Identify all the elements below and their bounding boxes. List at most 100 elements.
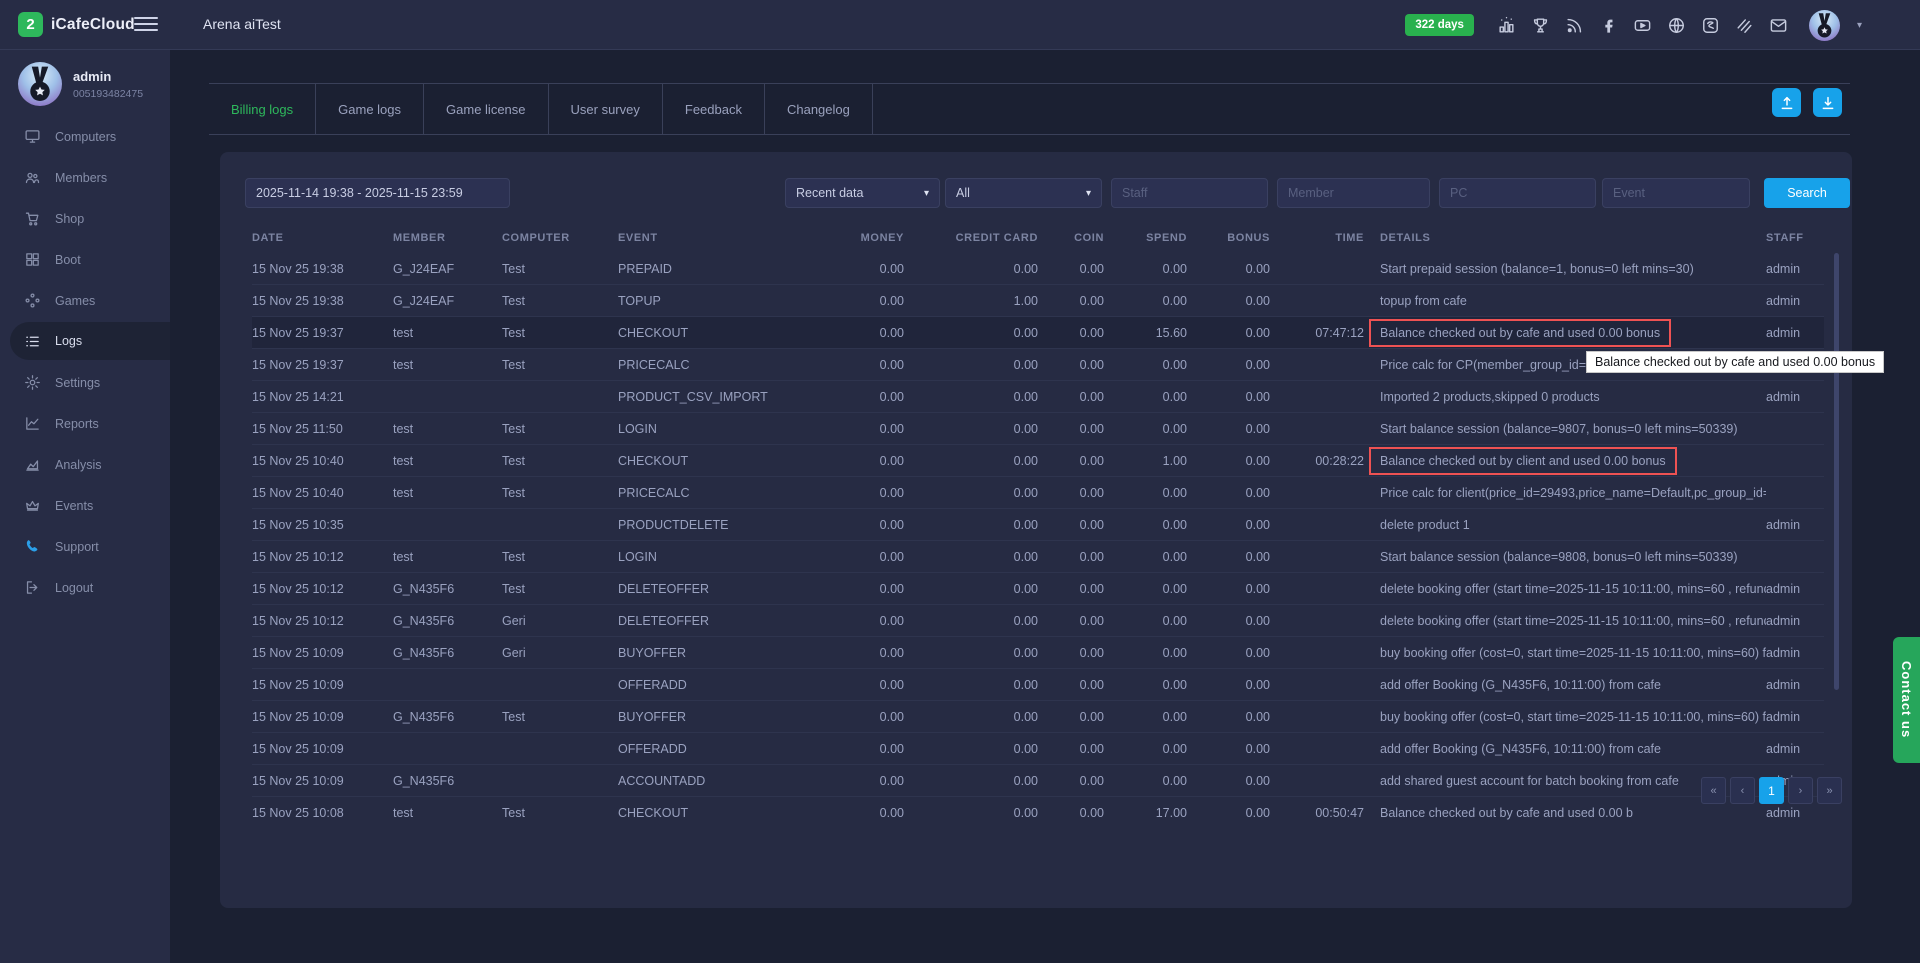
app-logo[interactable]: 2 iCafeCloud	[18, 12, 135, 37]
layers-icon[interactable]	[1735, 16, 1754, 35]
cell-date: 15 Nov 25 10:09	[252, 742, 393, 756]
page-button[interactable]: «	[1701, 777, 1726, 804]
icafecloud-icon[interactable]	[1701, 16, 1720, 35]
table-scrollbar[interactable]	[1834, 253, 1839, 690]
data-select[interactable]: Recent data ▾	[785, 178, 940, 208]
event-type-select[interactable]: All ▾	[945, 178, 1102, 208]
details-text: add offer Booking (G_N435F6, 10:11:00) f…	[1380, 678, 1661, 692]
sidebar-item-shop[interactable]: Shop	[0, 198, 170, 239]
youtube-icon[interactable]	[1633, 16, 1652, 35]
column-header-computer[interactable]: COMPUTER	[502, 232, 618, 244]
column-header-date[interactable]: DATE	[252, 232, 393, 244]
column-header-credit_card[interactable]: CREDIT CARD	[904, 232, 1038, 244]
tab-game-license[interactable]: Game license	[424, 84, 548, 134]
date-range-input[interactable]: 2025-11-14 19:38 - 2025-11-15 23:59	[245, 178, 510, 208]
ranking-icon[interactable]	[1497, 16, 1516, 35]
cell-details: Balance checked out by client and used 0…	[1364, 447, 1766, 475]
cell-date: 15 Nov 25 10:12	[252, 614, 393, 628]
table-row[interactable]: 15 Nov 25 10:09OFFERADD0.000.000.000.000…	[252, 669, 1824, 701]
cell-coin: 0.00	[1038, 262, 1104, 276]
cell-money: 0.00	[815, 614, 904, 628]
table-row[interactable]: 15 Nov 25 10:40testTestPRICECALC0.000.00…	[252, 477, 1824, 509]
mail-icon[interactable]	[1769, 16, 1788, 35]
export-button[interactable]	[1813, 88, 1842, 117]
tab-changelog[interactable]: Changelog	[765, 84, 873, 134]
sidebar-user[interactable]: admin 005193482475	[18, 62, 143, 106]
subscription-days-badge[interactable]: 322 days	[1405, 14, 1474, 36]
column-header-spend[interactable]: SPEND	[1104, 232, 1187, 244]
table-row[interactable]: 15 Nov 25 10:09G_N435F6GeriBUYOFFER0.000…	[252, 637, 1824, 669]
column-header-event[interactable]: EVENT	[618, 232, 815, 244]
page-button[interactable]: ‹	[1730, 777, 1755, 804]
page-button[interactable]: »	[1817, 777, 1842, 804]
sidebar-item-settings[interactable]: Settings	[0, 362, 170, 403]
cell-credit_card: 0.00	[904, 326, 1038, 340]
member-input[interactable]: Member	[1277, 178, 1430, 208]
sidebar-item-games[interactable]: Games	[0, 280, 170, 321]
table-row[interactable]: 15 Nov 25 10:09G_N435F6ACCOUNTADD0.000.0…	[252, 765, 1824, 797]
table-row[interactable]: 15 Nov 25 10:09OFFERADD0.000.000.000.000…	[252, 733, 1824, 765]
tab-feedback[interactable]: Feedback	[663, 84, 765, 134]
table-row[interactable]: 15 Nov 25 10:12testTestLOGIN0.000.000.00…	[252, 541, 1824, 573]
table-row[interactable]: 15 Nov 25 10:12G_N435F6GeriDELETEOFFER0.…	[252, 605, 1824, 637]
table-row[interactable]: 15 Nov 25 11:50testTestLOGIN0.000.000.00…	[252, 413, 1824, 445]
table-row[interactable]: 15 Nov 25 10:40testTestCHECKOUT0.000.000…	[252, 445, 1824, 477]
sidebar-item-support[interactable]: Support	[0, 526, 170, 567]
cell-staff: admin	[1766, 294, 1824, 308]
trophy-icon[interactable]	[1531, 16, 1550, 35]
cart-icon	[24, 210, 41, 227]
cell-coin: 0.00	[1038, 358, 1104, 372]
table-row[interactable]: 15 Nov 25 19:38G_J24EAFTestTOPUP0.001.00…	[252, 285, 1824, 317]
sidebar-item-computers[interactable]: Computers	[0, 116, 170, 157]
import-button[interactable]	[1772, 88, 1801, 117]
tab-billing-logs[interactable]: Billing logs	[209, 84, 316, 134]
column-header-staff[interactable]: STAFF	[1766, 232, 1824, 244]
rss-icon[interactable]	[1565, 16, 1584, 35]
table-row[interactable]: 15 Nov 25 14:21PRODUCT_CSV_IMPORT0.000.0…	[252, 381, 1824, 413]
staff-input[interactable]: Staff	[1111, 178, 1268, 208]
facebook-icon[interactable]	[1599, 16, 1618, 35]
sidebar-item-logs[interactable]: Logs	[10, 322, 170, 360]
page-button-current[interactable]: 1	[1759, 777, 1784, 804]
tab-user-survey[interactable]: User survey	[549, 84, 663, 134]
user-name: admin	[73, 69, 143, 84]
cell-spend: 15.60	[1104, 326, 1187, 340]
tab-game-logs[interactable]: Game logs	[316, 84, 424, 134]
cell-member: G_N435F6	[393, 582, 502, 596]
table-row[interactable]: 15 Nov 25 19:38G_J24EAFTestPREPAID0.000.…	[252, 253, 1824, 285]
contact-us-button[interactable]: Contact us	[1893, 637, 1920, 763]
column-header-member[interactable]: MEMBER	[393, 232, 502, 244]
table-row[interactable]: 15 Nov 25 19:37testTestCHECKOUT0.000.000…	[252, 317, 1824, 349]
column-header-coin[interactable]: COIN	[1038, 232, 1104, 244]
sidebar-item-boot[interactable]: Boot	[0, 239, 170, 280]
event-input[interactable]: Event	[1602, 178, 1750, 208]
sidebar-item-members[interactable]: Members	[0, 157, 170, 198]
pc-input[interactable]: PC	[1439, 178, 1596, 208]
menu-toggle-icon[interactable]	[134, 14, 158, 34]
table-row[interactable]: 15 Nov 25 10:09G_N435F6TestBUYOFFER0.000…	[252, 701, 1824, 733]
cell-credit_card: 0.00	[904, 454, 1038, 468]
sidebar-item-logout[interactable]: Logout	[0, 567, 170, 608]
column-header-money[interactable]: MONEY	[815, 232, 904, 244]
logs-table: DATEMEMBERCOMPUTEREVENTMONEYCREDIT CARDC…	[240, 222, 1836, 820]
cell-credit_card: 0.00	[904, 390, 1038, 404]
search-button[interactable]: Search	[1764, 178, 1850, 208]
globe-icon[interactable]	[1667, 16, 1686, 35]
cell-coin: 0.00	[1038, 646, 1104, 660]
cell-staff: admin	[1766, 390, 1824, 404]
cell-spend: 0.00	[1104, 422, 1187, 436]
cell-date: 15 Nov 25 10:40	[252, 486, 393, 500]
column-header-details[interactable]: DETAILS	[1364, 232, 1766, 244]
sidebar-item-events[interactable]: Events	[0, 485, 170, 526]
chevron-down-icon[interactable]: ▾	[1857, 20, 1862, 31]
column-header-time[interactable]: TIME	[1270, 232, 1364, 244]
sidebar-item-analysis[interactable]: Analysis	[0, 444, 170, 485]
sidebar-item-reports[interactable]: Reports	[0, 403, 170, 444]
page-button[interactable]: ›	[1788, 777, 1813, 804]
cell-money: 0.00	[815, 358, 904, 372]
table-row[interactable]: 15 Nov 25 10:35PRODUCTDELETE0.000.000.00…	[252, 509, 1824, 541]
table-row[interactable]: 15 Nov 25 10:08testTestCHECKOUT0.000.000…	[252, 797, 1824, 820]
column-header-bonus[interactable]: BONUS	[1187, 232, 1270, 244]
table-row[interactable]: 15 Nov 25 10:12G_N435F6TestDELETEOFFER0.…	[252, 573, 1824, 605]
user-avatar[interactable]	[1809, 10, 1840, 41]
